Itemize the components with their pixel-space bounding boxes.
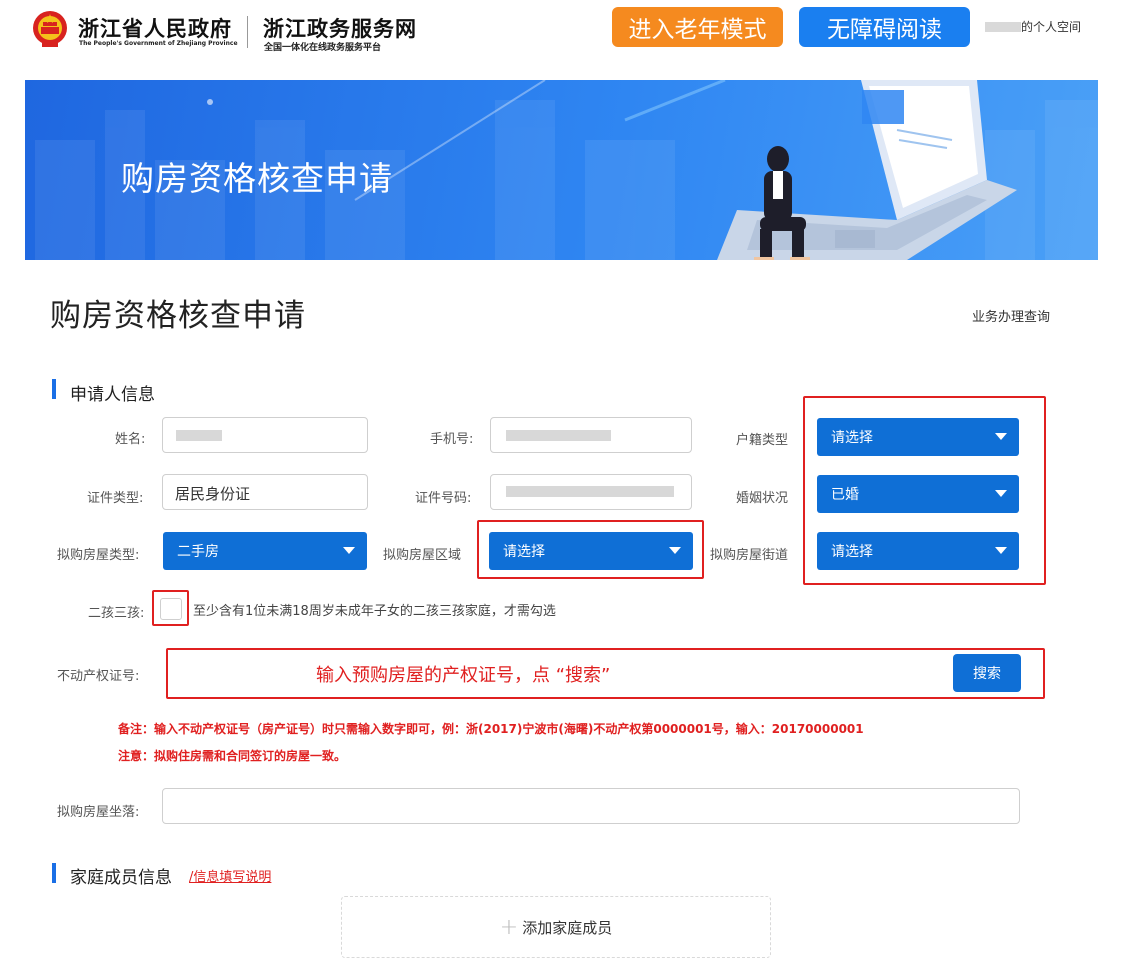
family-section-title: 家庭成员信息: [70, 868, 172, 888]
business-query-link[interactable]: 业务办理查询: [972, 306, 1050, 325]
cert-number-annotation: 输入预购房屋的产权证号，点 “搜索”: [316, 665, 611, 686]
id-number-label: 证件号码:: [415, 491, 472, 506]
name-label: 姓名:: [115, 432, 146, 447]
banner-title: 购房资格核查申请: [121, 159, 393, 198]
header-divider: [247, 16, 248, 48]
house-type-select[interactable]: 二手房: [163, 532, 367, 570]
add-family-member-button[interactable]: + 添加家庭成员: [341, 896, 771, 958]
house-region-label: 拟购房屋区域: [383, 548, 462, 563]
redacted-name: [176, 430, 222, 441]
elder-mode-button[interactable]: 进入老年模式: [612, 7, 783, 47]
house-location-field[interactable]: [162, 788, 1020, 824]
second-third-child-checkbox[interactable]: [160, 598, 182, 620]
info-instructions-link[interactable]: /信息填写说明: [189, 866, 271, 885]
redacted-id-number: [506, 486, 674, 497]
name-field[interactable]: [162, 417, 368, 453]
second-third-child-label: 二孩三孩:: [88, 606, 145, 621]
page-title: 购房资格核查申请: [50, 298, 306, 334]
annotation-box-selects: [803, 396, 1046, 585]
id-number-field[interactable]: [490, 474, 692, 510]
annotation-box-region: [477, 520, 704, 579]
gov-name: 浙江省人民政府: [78, 16, 232, 41]
personal-space-link[interactable]: 的个人空间: [1021, 18, 1081, 35]
attention-note: 注意：拟购住房需和合同签订的房屋一致。: [118, 749, 347, 763]
house-type-select-value: 二手房: [177, 544, 219, 560]
phone-label: 手机号:: [430, 432, 474, 447]
id-type-label: 证件类型:: [87, 491, 144, 506]
house-street-label: 拟购房屋街道: [710, 548, 789, 563]
plus-icon: +: [499, 914, 519, 940]
redacted-phone: [506, 430, 611, 441]
page-banner: 购房资格核查申请: [25, 80, 1098, 260]
house-type-label: 拟购房屋类型:: [57, 548, 140, 563]
cert-number-label: 不动产权证号:: [57, 669, 140, 684]
add-family-member-label: 添加家庭成员: [522, 918, 613, 937]
id-type-field[interactable]: 居民身份证: [162, 474, 368, 510]
phone-field[interactable]: [490, 417, 692, 453]
accessible-reading-button[interactable]: 无障碍阅读: [799, 7, 970, 47]
chevron-down-icon: [343, 547, 355, 554]
applicant-section-title: 申请人信息: [70, 385, 155, 405]
site-header: 浙江省人民政府 The People's Government of Zheji…: [0, 0, 1125, 70]
search-button[interactable]: 搜索: [953, 654, 1021, 692]
marital-label: 婚姻状况: [736, 491, 789, 506]
national-emblem-icon: [33, 11, 67, 47]
hukou-label: 户籍类型: [736, 433, 789, 448]
section-marker: [52, 379, 56, 399]
second-third-child-hint: 至少含有1位未满18周岁未成年子女的二孩三孩家庭，才需勾选: [193, 604, 556, 619]
portal-subtitle: 全国一体化在线政务服务平台: [264, 43, 382, 53]
section-marker: [52, 863, 56, 883]
remark-note: 备注：输入不动产权证号（房产证号）时只需输入数字即可，例：浙(2017)宁波市(…: [118, 722, 864, 736]
redacted-username: [985, 22, 1021, 32]
gov-subtitle: The People's Government of Zhejiang Prov…: [79, 40, 238, 47]
house-location-label: 拟购房屋坐落:: [57, 805, 140, 820]
portal-name[interactable]: 浙江政务服务网: [263, 13, 417, 43]
